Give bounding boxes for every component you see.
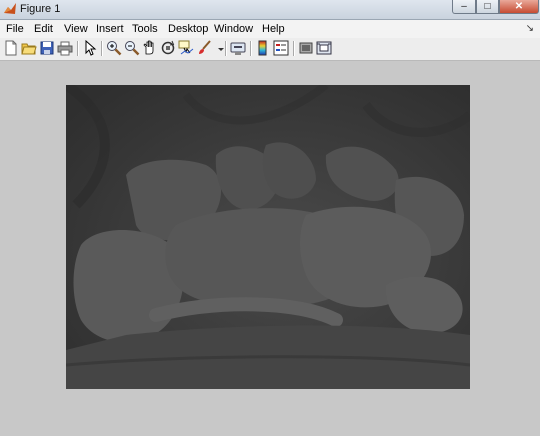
menu-tools[interactable]: Tools bbox=[132, 23, 158, 35]
toolbar-separator bbox=[77, 41, 79, 56]
maximize-button[interactable]: □ bbox=[476, 0, 499, 14]
print-icon[interactable] bbox=[57, 40, 73, 56]
zoom-in-icon[interactable] bbox=[106, 40, 122, 56]
image-content bbox=[66, 85, 470, 389]
open-file-icon[interactable] bbox=[21, 40, 37, 56]
grayscale-peppers-image bbox=[66, 85, 470, 389]
minimize-button[interactable]: – bbox=[452, 0, 476, 14]
brush-icon[interactable] bbox=[196, 40, 212, 56]
menu-help[interactable]: Help bbox=[262, 23, 285, 35]
menu-desktop[interactable]: Desktop bbox=[168, 23, 208, 35]
figure-canvas bbox=[0, 61, 540, 436]
menu-edit[interactable]: Edit bbox=[34, 23, 53, 35]
toolbar-separator bbox=[293, 41, 295, 56]
show-plot-tools-icon[interactable] bbox=[316, 40, 332, 56]
menu-insert[interactable]: Insert bbox=[96, 23, 124, 35]
matlab-icon bbox=[4, 3, 16, 14]
close-button[interactable]: ✕ bbox=[499, 0, 539, 14]
link-plot-icon[interactable] bbox=[230, 40, 246, 56]
toolbar-separator bbox=[101, 41, 103, 56]
hide-plot-tools-icon[interactable] bbox=[298, 40, 314, 56]
pan-icon[interactable] bbox=[142, 40, 158, 56]
dock-icon[interactable]: ↘ bbox=[526, 23, 534, 34]
toolbar-separator bbox=[250, 41, 252, 56]
save-icon[interactable] bbox=[39, 40, 55, 56]
rotate-3d-icon[interactable] bbox=[160, 40, 176, 56]
legend-icon[interactable] bbox=[273, 40, 289, 56]
menu-view[interactable]: View bbox=[64, 23, 88, 35]
figure-toolbar bbox=[0, 38, 540, 61]
brush-dropdown-icon[interactable] bbox=[213, 40, 224, 56]
zoom-out-icon[interactable] bbox=[124, 40, 140, 56]
menu-window[interactable]: Window bbox=[214, 23, 253, 35]
menu-bar: File Edit View Insert Tools Desktop Wind… bbox=[0, 20, 540, 38]
data-cursor-icon[interactable] bbox=[178, 40, 194, 56]
toolbar-separator bbox=[225, 41, 227, 56]
menu-file[interactable]: File bbox=[6, 23, 24, 35]
figure-window: Figure 1 – □ ✕ File Edit View Insert Too… bbox=[0, 0, 540, 436]
window-title: Figure 1 bbox=[20, 3, 61, 15]
new-figure-icon[interactable] bbox=[3, 40, 19, 56]
colorbar-icon[interactable] bbox=[255, 40, 271, 56]
title-bar: Figure 1 – □ ✕ bbox=[0, 0, 540, 20]
edit-plot-icon[interactable] bbox=[82, 40, 98, 56]
